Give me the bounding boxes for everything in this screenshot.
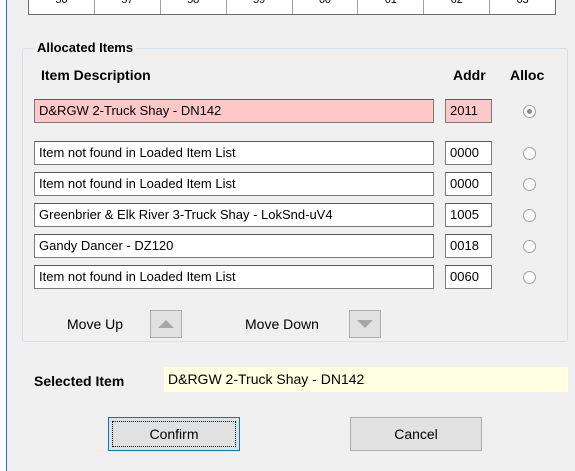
item-addr-field[interactable]: 0000	[445, 141, 492, 165]
cancel-button-label: Cancel	[394, 426, 438, 442]
item-addr-field[interactable]: 0018	[445, 234, 492, 258]
item-description-header: Item Description	[41, 67, 151, 83]
cancel-button[interactable]: Cancel	[350, 417, 482, 451]
item-addr-field[interactable]: 0000	[445, 172, 492, 196]
alloc-radio[interactable]	[523, 178, 536, 191]
top-cell: 63	[516, 0, 529, 6]
alloc-radio[interactable]	[523, 240, 536, 253]
item-description-field[interactable]: D&RGW 2-Truck Shay - DN142	[34, 99, 434, 123]
item-description-field[interactable]: Item not found in Loaded Item List	[34, 265, 434, 289]
focus-rect	[112, 421, 236, 447]
move-up-button[interactable]	[150, 310, 182, 338]
item-addr-field[interactable]: 2011	[445, 99, 492, 123]
alloc-header: Alloc	[510, 67, 545, 83]
arrow-down-icon	[357, 320, 373, 328]
item-addr-field[interactable]: 1005	[445, 203, 492, 227]
confirm-button[interactable]: Confirm	[108, 417, 240, 451]
selected-item-value: D&RGW 2-Truck Shay - DN142	[164, 367, 568, 392]
top-cell: 58	[161, 0, 227, 14]
group-title: Allocated Items	[34, 40, 137, 55]
move-down-label: Move Down	[245, 316, 319, 332]
top-cell: 61	[358, 0, 425, 14]
item-addr-field[interactable]: 0060	[445, 265, 492, 289]
alloc-radio[interactable]	[523, 147, 536, 160]
top-number-row: 56 57 58 59 60 61 62 63	[28, 0, 556, 15]
window-left-edge	[0, 0, 7, 471]
item-description-field[interactable]: Item not found in Loaded Item List	[34, 172, 434, 196]
addr-header: Addr	[453, 67, 486, 83]
move-down-button[interactable]	[349, 310, 381, 338]
alloc-radio[interactable]	[523, 105, 536, 118]
item-description-field[interactable]: Greenbrier & Elk River 3-Truck Shay - Lo…	[34, 203, 434, 227]
move-up-label: Move Up	[67, 316, 124, 332]
selected-item-label: Selected Item	[34, 373, 125, 389]
alloc-radio[interactable]	[523, 271, 536, 284]
item-description-field[interactable]: Item not found in Loaded Item List	[34, 141, 434, 165]
arrow-up-icon	[158, 320, 174, 328]
item-description-field[interactable]: Gandy Dancer - DZ120	[34, 234, 434, 258]
top-cell: 62	[424, 0, 491, 14]
top-cell: 60	[293, 0, 359, 14]
top-cell: 56	[29, 0, 95, 14]
top-cell: 57	[95, 0, 161, 14]
alloc-radio[interactable]	[523, 209, 536, 222]
top-cell: 59	[227, 0, 293, 14]
